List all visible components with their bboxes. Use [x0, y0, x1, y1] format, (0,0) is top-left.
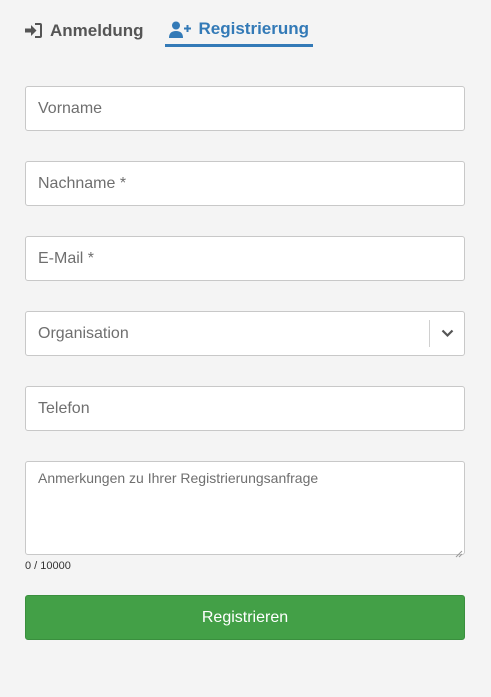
organisation-select-value: Organisation [38, 324, 129, 342]
last-name-field[interactable] [25, 161, 465, 206]
resize-handle-icon[interactable] [455, 545, 463, 558]
tab-register-label: Registrierung [198, 19, 310, 38]
sign-in-icon [25, 23, 42, 38]
phone-field[interactable] [25, 386, 465, 431]
chevron-down-icon[interactable] [430, 329, 464, 338]
register-button-label: Registrieren [201, 608, 289, 626]
user-plus-icon [168, 21, 191, 38]
tab-register[interactable]: Registrierung [164, 14, 314, 47]
organisation-select[interactable]: Organisation [25, 311, 465, 356]
notes-textarea[interactable] [25, 461, 465, 555]
register-button[interactable]: Registrieren [25, 595, 465, 640]
tab-login-label: Anmeldung [50, 20, 144, 40]
tab-login[interactable]: Anmeldung [25, 14, 144, 47]
notes-char-counter: 0 / 10000 [25, 560, 71, 572]
email-field[interactable] [25, 236, 465, 281]
first-name-field[interactable] [25, 86, 465, 131]
auth-tabs: Anmeldung Registrierung [25, 14, 314, 47]
